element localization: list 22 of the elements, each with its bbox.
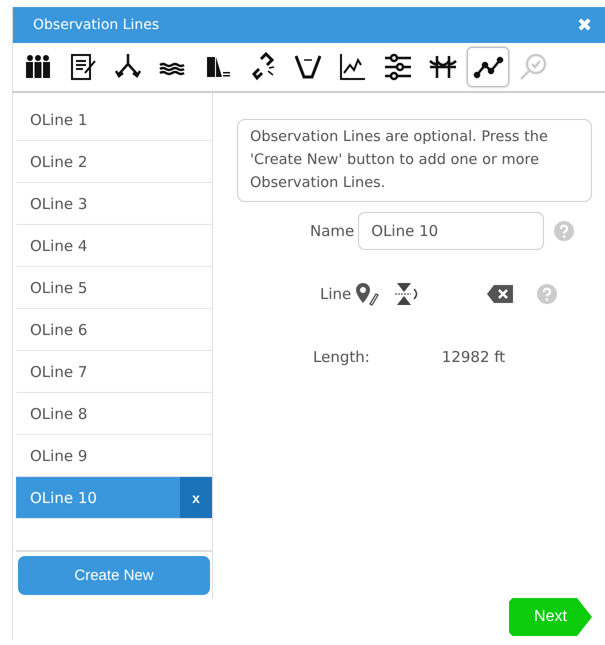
item-label: OLine 6 <box>29 320 88 338</box>
name-input[interactable]: OLine 10 <box>358 212 544 250</box>
window-title: Observation Lines <box>33 17 160 33</box>
delete-button[interactable]: x <box>180 477 212 518</box>
length-label: Length: <box>313 348 370 366</box>
length-value: 12982 ft <box>442 348 506 366</box>
item-label: OLine 5 <box>29 278 88 296</box>
pin-pencil-icon[interactable] <box>355 282 380 306</box>
line-label: Line <box>320 285 352 303</box>
item-label: OLine 7 <box>29 362 88 380</box>
list-item[interactable]: OLine 10 x <box>16 477 212 519</box>
name-label: Name <box>310 222 354 240</box>
clear-icon[interactable] <box>487 285 514 303</box>
item-label: OLine 1 <box>29 110 88 128</box>
info-message: Observation Lines are optional. Press the 'Create New' button to add one or more Observation Lines. <box>237 119 592 202</box>
toolbar-button[interactable] <box>467 47 509 87</box>
item-label: OLine 8 <box>29 404 88 422</box>
item-label: OLine 3 <box>29 194 88 212</box>
item-label: OLine 10 <box>29 488 97 506</box>
item-label: OLine 4 <box>29 236 88 254</box>
item-label: OLine 2 <box>29 152 88 170</box>
item-label: OLine 9 <box>29 446 88 464</box>
